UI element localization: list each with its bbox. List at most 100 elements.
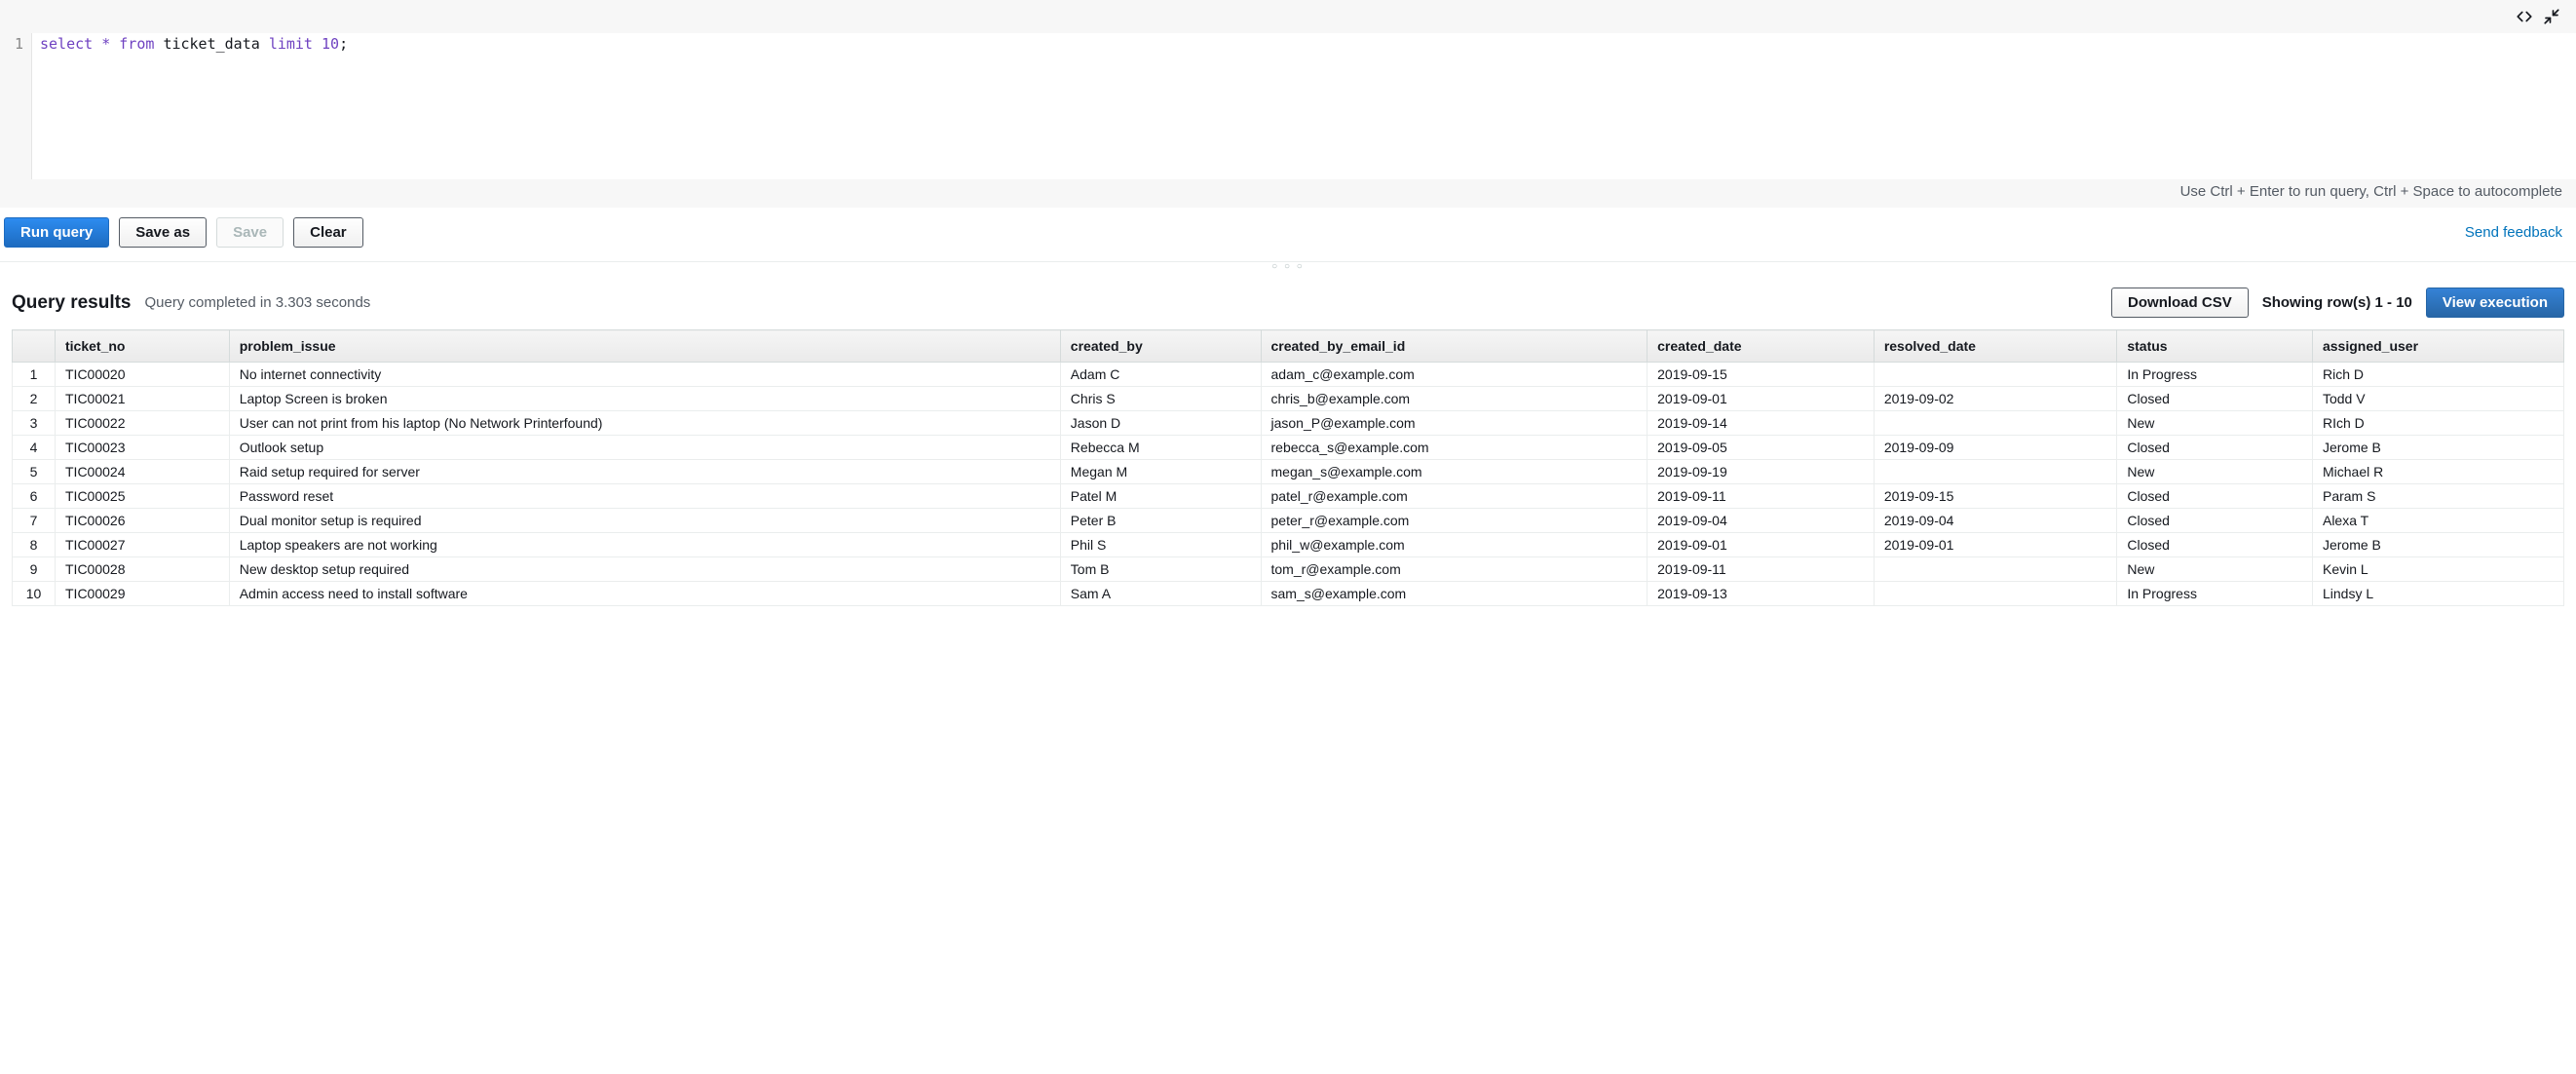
download-csv-button[interactable]: Download CSV [2111,288,2249,318]
cell-problem_issue: Laptop speakers are not working [229,533,1060,557]
run-query-button[interactable]: Run query [4,217,109,248]
send-feedback-link[interactable]: Send feedback [2465,224,2566,241]
sql-editor[interactable]: select * from ticket_data limit 10; [31,33,2576,179]
cell-created_date: 2019-09-14 [1648,411,1875,436]
cell-status: New [2117,411,2313,436]
col-header[interactable]: created_by [1060,330,1261,363]
cell-created_date: 2019-09-05 [1648,436,1875,460]
cell-created_by: Peter B [1060,509,1261,533]
row-number: 5 [13,460,56,484]
row-number: 7 [13,509,56,533]
line-number: 1 [0,33,31,179]
query-toolbar: Run query Save as Save Clear Send feedba… [0,208,2576,262]
cell-assigned_user: Param S [2312,484,2563,509]
table-row[interactable]: 8TIC00027Laptop speakers are not working… [13,533,2564,557]
cell-created_by: Jason D [1060,411,1261,436]
cell-created_by_email_id: jason_P@example.com [1261,411,1648,436]
cell-assigned_user: Todd V [2312,387,2563,411]
cell-problem_issue: User can not print from his laptop (No N… [229,411,1060,436]
row-number: 6 [13,484,56,509]
code-icon[interactable] [2516,8,2533,28]
table-row[interactable]: 5TIC00024Raid setup required for serverM… [13,460,2564,484]
cell-created_by: Megan M [1060,460,1261,484]
table-header-row: ticket_no problem_issue created_by creat… [13,330,2564,363]
cell-created_by: Adam C [1060,363,1261,387]
table-row[interactable]: 9TIC00028New desktop setup requiredTom B… [13,557,2564,582]
col-header[interactable]: resolved_date [1874,330,2117,363]
col-rownum[interactable] [13,330,56,363]
cell-status: Closed [2117,509,2313,533]
results-table: ticket_no problem_issue created_by creat… [12,329,2564,606]
save-button: Save [216,217,284,248]
cell-created_by: Rebecca M [1060,436,1261,460]
cell-problem_issue: No internet connectivity [229,363,1060,387]
cell-status: In Progress [2117,363,2313,387]
row-count-label: Showing row(s) 1 - 10 [2262,294,2412,311]
cell-resolved_date [1874,460,2117,484]
cell-ticket_no: TIC00022 [56,411,230,436]
table-row[interactable]: 3TIC00022User can not print from his lap… [13,411,2564,436]
cell-status: Closed [2117,387,2313,411]
cell-status: Closed [2117,533,2313,557]
cell-resolved_date: 2019-09-01 [1874,533,2117,557]
cell-ticket_no: TIC00023 [56,436,230,460]
cell-created_by: Patel M [1060,484,1261,509]
table-row[interactable]: 7TIC00026Dual monitor setup is requiredP… [13,509,2564,533]
cell-created_date: 2019-09-11 [1648,484,1875,509]
table-row[interactable]: 6TIC00025Password resetPatel Mpatel_r@ex… [13,484,2564,509]
cell-problem_issue: Laptop Screen is broken [229,387,1060,411]
cell-resolved_date [1874,557,2117,582]
table-row[interactable]: 4TIC00023Outlook setupRebecca Mrebecca_s… [13,436,2564,460]
cell-created_by_email_id: patel_r@example.com [1261,484,1648,509]
cell-created_date: 2019-09-11 [1648,557,1875,582]
cell-assigned_user: Jerome B [2312,533,2563,557]
cell-ticket_no: TIC00020 [56,363,230,387]
cell-ticket_no: TIC00021 [56,387,230,411]
cell-problem_issue: New desktop setup required [229,557,1060,582]
col-header[interactable]: created_by_email_id [1261,330,1648,363]
cell-assigned_user: Lindsy L [2312,582,2563,606]
cell-created_by_email_id: chris_b@example.com [1261,387,1648,411]
cell-assigned_user: Jerome B [2312,436,2563,460]
cell-resolved_date [1874,411,2117,436]
cell-created_by_email_id: rebecca_s@example.com [1261,436,1648,460]
cell-assigned_user: RIch D [2312,411,2563,436]
table-row[interactable]: 1TIC00020No internet connectivityAdam Ca… [13,363,2564,387]
cell-created_by: Tom B [1060,557,1261,582]
col-header[interactable]: status [2117,330,2313,363]
cell-resolved_date: 2019-09-09 [1874,436,2117,460]
results-title: Query results [12,292,132,314]
save-as-button[interactable]: Save as [119,217,207,248]
col-header[interactable]: problem_issue [229,330,1060,363]
cell-status: New [2117,460,2313,484]
col-header[interactable]: assigned_user [2312,330,2563,363]
col-header[interactable]: created_date [1648,330,1875,363]
row-number: 9 [13,557,56,582]
col-header[interactable]: ticket_no [56,330,230,363]
cell-created_by_email_id: sam_s@example.com [1261,582,1648,606]
clear-button[interactable]: Clear [293,217,363,248]
cell-created_date: 2019-09-04 [1648,509,1875,533]
row-number: 8 [13,533,56,557]
cell-problem_issue: Admin access need to install software [229,582,1060,606]
view-execution-button[interactable]: View execution [2426,288,2564,318]
table-row[interactable]: 2TIC00021Laptop Screen is brokenChris Sc… [13,387,2564,411]
cell-resolved_date: 2019-09-04 [1874,509,2117,533]
row-number: 10 [13,582,56,606]
results-status: Query completed in 3.303 seconds [145,294,371,311]
pane-resize-handle[interactable]: ○ ○ ○ [0,262,2576,270]
cell-created_by: Chris S [1060,387,1261,411]
row-number: 1 [13,363,56,387]
cell-created_by_email_id: phil_w@example.com [1261,533,1648,557]
cell-created_by_email_id: adam_c@example.com [1261,363,1648,387]
cell-status: In Progress [2117,582,2313,606]
editor-hint: Use Ctrl + Enter to run query, Ctrl + Sp… [0,179,2576,208]
results-header: Query results Query completed in 3.303 s… [0,270,2576,329]
cell-created_date: 2019-09-15 [1648,363,1875,387]
collapse-icon[interactable] [2543,8,2560,28]
cell-assigned_user: Michael R [2312,460,2563,484]
table-row[interactable]: 10TIC00029Admin access need to install s… [13,582,2564,606]
cell-created_by_email_id: megan_s@example.com [1261,460,1648,484]
cell-problem_issue: Outlook setup [229,436,1060,460]
cell-ticket_no: TIC00024 [56,460,230,484]
